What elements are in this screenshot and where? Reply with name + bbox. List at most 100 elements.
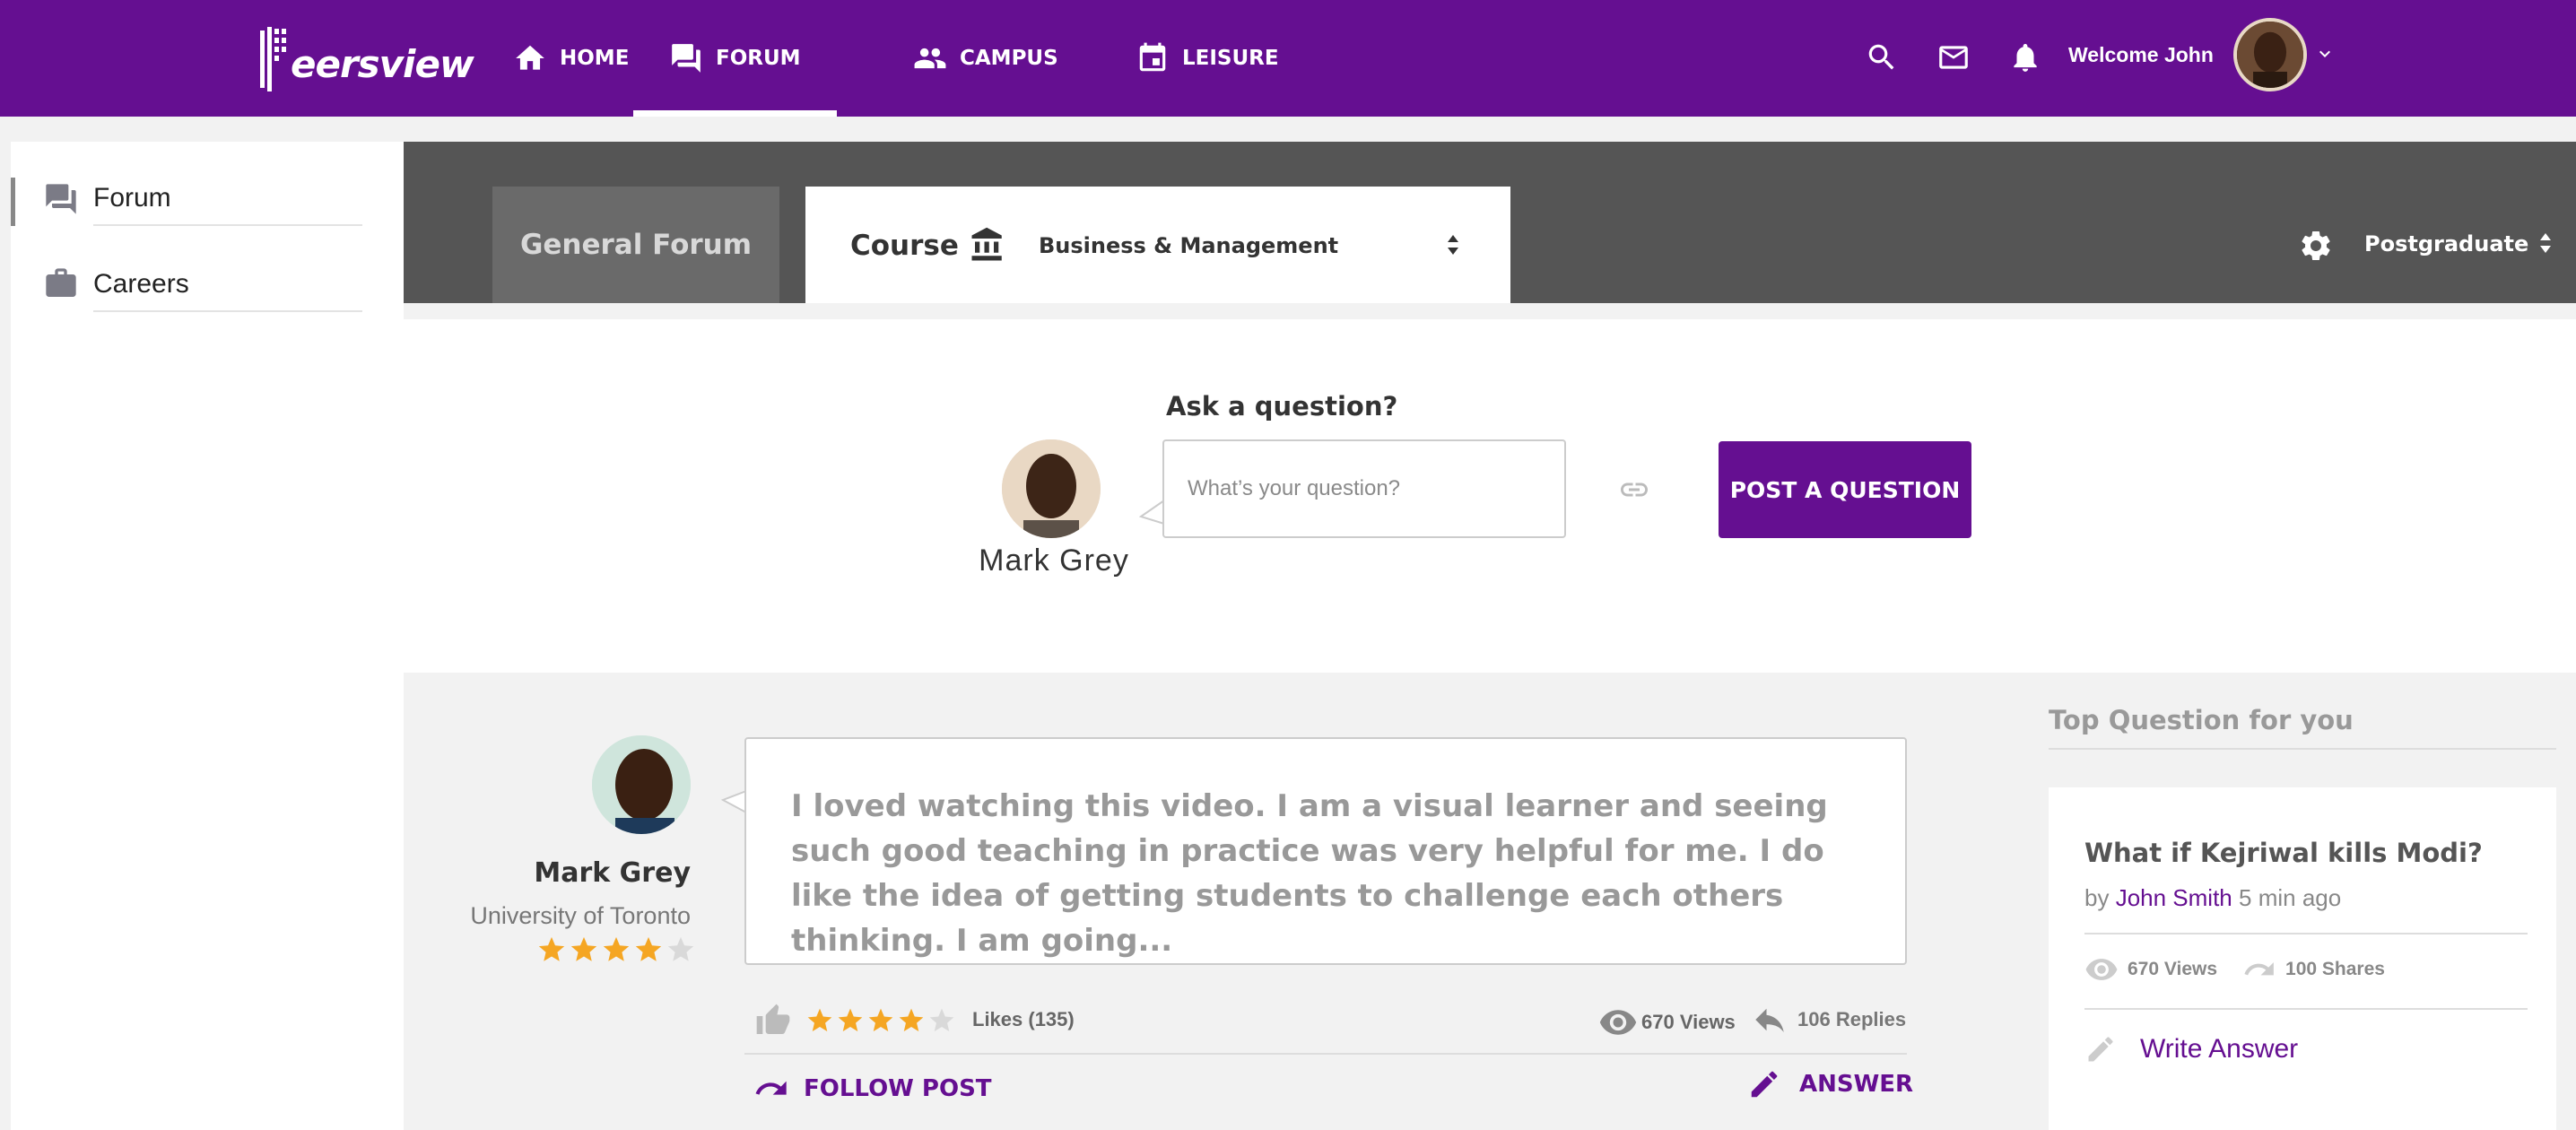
calendar-icon: [1136, 41, 1182, 75]
author-rating: [536, 934, 696, 965]
star-empty-icon: [929, 1008, 954, 1031]
asker-name: Mark Grey: [979, 543, 1129, 578]
star-filled-icon: [838, 1008, 863, 1031]
top-question-views: 670 Views: [2128, 959, 2218, 979]
star-filled-icon: [807, 1008, 832, 1031]
post-question-button[interactable]: POST A QUESTION: [1719, 441, 1971, 538]
post-card[interactable]: I loved watching this video. I am a visu…: [744, 737, 1907, 965]
views-stat: 670 Views: [1598, 1003, 1736, 1042]
redo-arrow-icon: [755, 1081, 787, 1095]
top-question-time: 5 min ago: [2239, 884, 2342, 911]
divider: [2084, 933, 2528, 934]
post-author-university: University of Toronto: [470, 902, 691, 929]
write-answer-label: Write Answer: [2140, 1034, 2299, 1064]
divider: [2084, 1008, 2528, 1010]
top-question-heading: Top Question for you: [2049, 705, 2354, 735]
gear-icon[interactable]: [2298, 228, 2334, 264]
nav-campus-label: CAMPUS: [960, 47, 1058, 70]
avatar-portrait-icon: [2237, 22, 2303, 88]
select-arrows-icon[interactable]: [1446, 233, 1460, 256]
post-author-name[interactable]: Mark Grey: [502, 857, 691, 889]
nav-leisure-label: LEISURE: [1182, 47, 1279, 70]
peersview-logo[interactable]: eersview: [258, 23, 474, 95]
write-answer-link[interactable]: Write Answer: [2084, 1033, 2298, 1065]
post-text: I loved watching this video. I am a visu…: [791, 788, 1828, 959]
nav-forum-label: FORUM: [716, 47, 801, 70]
star-filled-icon: [899, 1008, 924, 1031]
ask-question-panel: Mark Grey Ask a question? POST A QUESTIO…: [404, 319, 2576, 673]
nav-forum[interactable]: FORUM: [633, 0, 837, 117]
eye-icon: [2085, 959, 2118, 980]
top-question-card: What if Kejriwal kills Modi? by John Smi…: [2049, 787, 2556, 1130]
logo-mark-icon: [260, 27, 286, 91]
sidebar-item-label: Forum: [93, 183, 171, 213]
divider: [2049, 748, 2556, 750]
top-question-title[interactable]: What if Kejriwal kills Modi?: [2084, 838, 2483, 868]
pencil-icon: [1751, 1071, 1778, 1098]
home-icon: [513, 41, 560, 75]
link-icon[interactable]: [1618, 474, 1650, 506]
avatar-portrait-icon: [592, 735, 691, 834]
star-filled-icon: [635, 936, 662, 961]
course-bar: General Forum Course Business & Manageme…: [404, 142, 2576, 303]
eye-icon: [1599, 1010, 1637, 1035]
forum-icon: [669, 41, 716, 75]
bell-icon[interactable]: [2007, 39, 2043, 75]
follow-post-label: FOLLOW POST: [804, 1075, 992, 1102]
top-question-byline: by John Smith 5 min ago: [2084, 884, 2341, 912]
mail-icon[interactable]: [1936, 39, 1971, 75]
briefcase-icon: [43, 265, 79, 301]
top-question-stats: 670 Views 100 Shares: [2084, 952, 2385, 987]
top-navbar: eersview HOME FORUM CAMPUS LEISURE Welco…: [0, 0, 2576, 117]
replies-stat[interactable]: 106 Replies: [1751, 1001, 1906, 1039]
institution-icon: [969, 226, 1006, 264]
nav-campus[interactable]: CAMPUS: [913, 0, 1058, 117]
ask-heading: Ask a question?: [1166, 391, 1398, 422]
top-question-shares: 100 Shares: [2285, 959, 2385, 979]
star-filled-icon: [868, 1008, 893, 1031]
logo-wordmark: eersview: [291, 41, 474, 86]
star-filled-icon: [603, 936, 630, 961]
nav-home[interactable]: HOME: [513, 0, 629, 117]
answer-button[interactable]: ANSWER: [1747, 1067, 1913, 1101]
tab-general-forum[interactable]: General Forum: [492, 187, 779, 303]
post-rating[interactable]: [805, 1006, 956, 1035]
divider: [93, 224, 362, 226]
star-empty-icon: [667, 936, 694, 961]
sidebar: Forum Careers: [11, 142, 404, 1130]
nav-home-label: HOME: [560, 47, 630, 70]
user-avatar[interactable]: [2233, 18, 2307, 91]
sidebar-item-label: Careers: [93, 269, 189, 299]
follow-post-button[interactable]: FOLLOW POST: [753, 1071, 992, 1107]
divider: [744, 1053, 1907, 1055]
sidebar-item-careers[interactable]: Careers: [11, 228, 404, 312]
question-input[interactable]: [1162, 439, 1566, 538]
star-filled-icon: [538, 936, 565, 961]
avatar-portrait-icon: [1002, 439, 1101, 538]
select-arrows-icon[interactable]: [2538, 231, 2553, 255]
sidebar-item-forum[interactable]: Forum: [11, 142, 404, 226]
post-meta: Likes (135) 670 Views 106 Replies: [744, 990, 1907, 1053]
forum-icon: [43, 181, 79, 217]
welcome-text: Welcome John: [2068, 43, 2214, 66]
course-select[interactable]: Business & Management: [1039, 233, 1338, 258]
pencil-icon: [2088, 1037, 2113, 1062]
search-icon[interactable]: [1864, 39, 1900, 75]
level-select[interactable]: Postgraduate: [2364, 231, 2528, 256]
replies-count: 106 Replies: [1797, 1008, 1907, 1030]
post-author-avatar[interactable]: [592, 735, 691, 834]
by-label: by: [2084, 884, 2110, 911]
reply-icon: [1755, 1008, 1784, 1032]
tab-course[interactable]: Course Business & Management: [805, 187, 1510, 303]
answer-label: ANSWER: [1799, 1071, 1914, 1098]
nav-leisure[interactable]: LEISURE: [1136, 0, 1279, 117]
thumbs-up-icon[interactable]: [755, 1003, 791, 1039]
people-icon: [913, 41, 960, 75]
top-question-author[interactable]: John Smith: [2116, 884, 2232, 911]
active-indicator: [11, 178, 15, 226]
course-label: Course: [850, 230, 959, 262]
chevron-down-icon[interactable]: [2314, 43, 2336, 65]
views-count: 670 Views: [1641, 1011, 1736, 1033]
star-filled-icon: [570, 936, 597, 961]
divider: [93, 310, 362, 312]
